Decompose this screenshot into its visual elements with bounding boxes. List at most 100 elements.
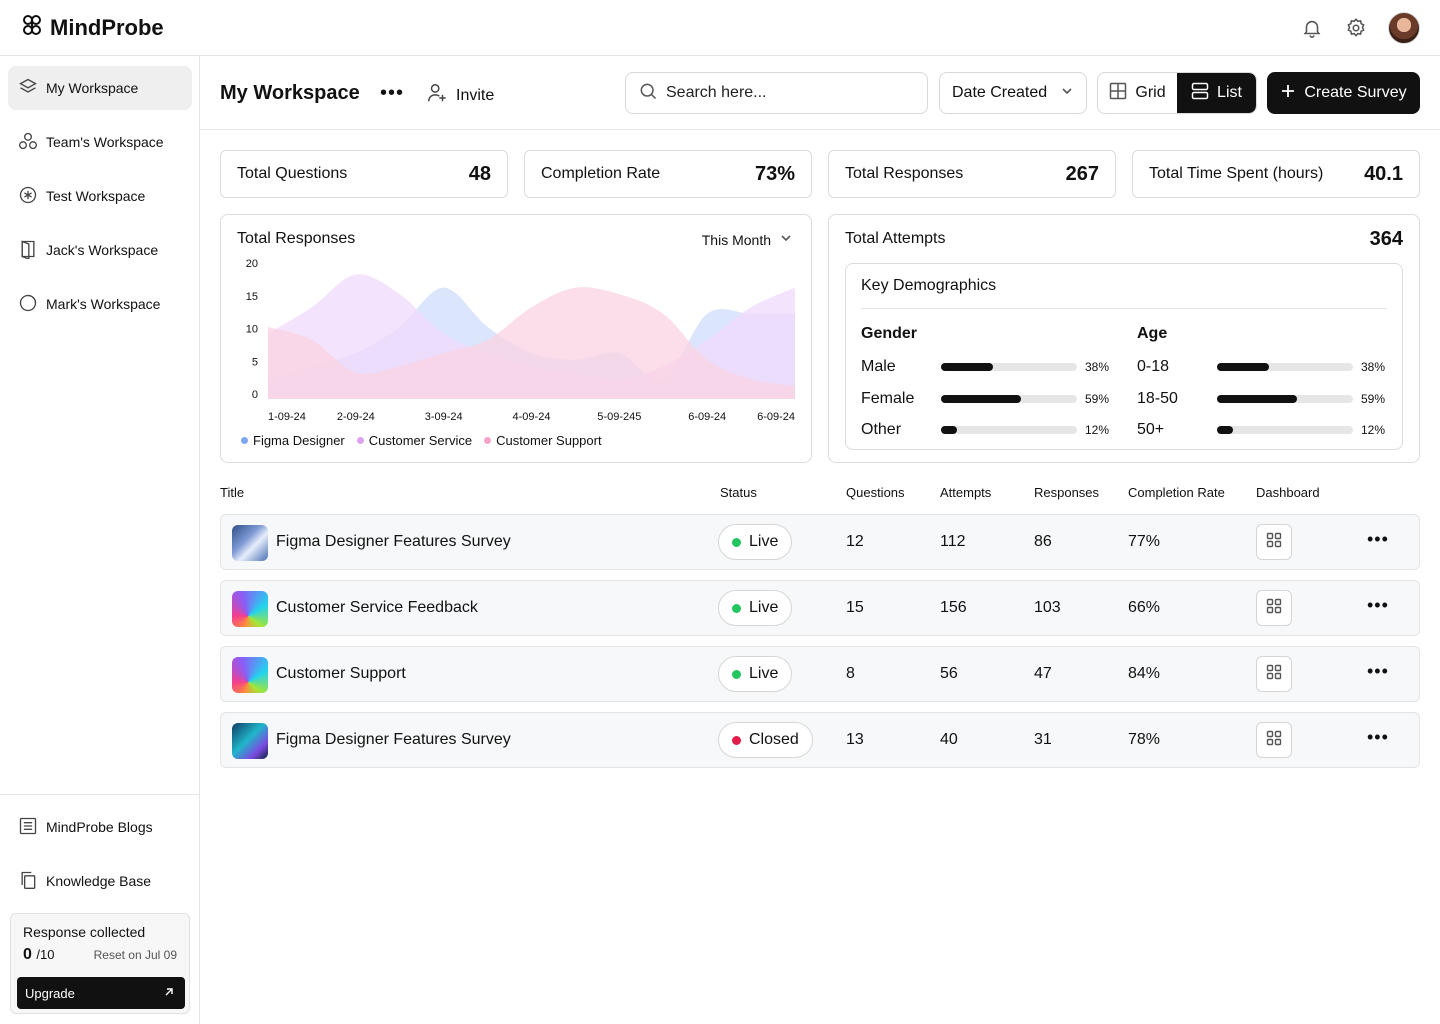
row-more-button[interactable]: ••• [1367,595,1389,616]
sidebar-item-label: Jack's Workspace [46,242,159,258]
dashboard-button[interactable] [1256,524,1292,560]
copy-icon [18,870,38,893]
attempts-cell: 156 [940,599,967,616]
legend-label: Customer Service [368,433,473,448]
search-box[interactable] [625,72,928,114]
stat-label: Total Responses [845,165,964,182]
questions-cell: 12 [846,533,864,550]
table-row[interactable]: Customer Support Live 8 56 47 84% ••• [220,646,1420,702]
sidebar-divider [0,794,200,795]
stat-label: Completion Rate [541,165,661,182]
questions-cell: 8 [846,665,855,682]
sort-dropdown[interactable]: Date Created [939,72,1087,114]
age-pct: 12% [1361,423,1386,437]
survey-title[interactable]: Figma Designer Features Survey [276,533,511,551]
grid-view-button[interactable]: Grid [1098,73,1177,113]
search-input[interactable] [666,84,906,102]
sidebar-item-blogs[interactable]: MindProbe Blogs [8,805,192,849]
x-tick-label: 2-09-24 [337,411,375,423]
invite-button[interactable]: Invite [426,82,494,109]
responses-cell: 103 [1034,599,1061,616]
gender-pct: 59% [1085,391,1110,406]
create-survey-button[interactable]: Create Survey [1267,72,1420,114]
brand-name: MindProbe [50,14,164,40]
status-label: Live [749,533,779,550]
layers-icon [18,77,38,100]
gender-pct: 12% [1085,423,1110,437]
dashboard-button[interactable] [1256,656,1292,692]
upgrade-button[interactable]: Upgrade [17,977,185,1009]
dashboard-button[interactable] [1256,590,1292,626]
row-more-button[interactable]: ••• [1367,661,1389,682]
status-dot [732,669,741,679]
sidebar-item-teams-workspace[interactable]: Team's Workspace [8,120,192,164]
chevron-down-icon [779,231,793,248]
gear-icon[interactable] [1344,16,1368,40]
gender-label: Male [861,358,896,375]
workspace-more-button[interactable]: ••• [380,82,404,105]
door-icon [18,239,38,262]
survey-thumbnail [232,525,268,561]
brain-logo-icon [20,13,44,43]
gender-bar-fill [941,363,993,371]
table-row[interactable]: Figma Designer Features Survey Live 12 1… [220,514,1420,570]
sidebar-item-test-workspace[interactable]: Test Workspace [8,174,192,218]
stat-value: 267 [1065,162,1099,185]
range-label: This Month [701,231,771,248]
row-more-button[interactable]: ••• [1367,727,1389,748]
brand[interactable]: MindProbe [20,13,164,43]
age-bar-fill [1217,394,1298,403]
col-header-title: Title [220,485,245,500]
x-tick-label: 5-09-245 [597,411,641,423]
stat-value: 48 [468,162,491,185]
gender-row: Female 59% [861,387,1109,411]
table-row[interactable]: Figma Designer Features Survey Closed 13… [220,712,1420,768]
col-header-questions: Questions [846,485,905,500]
document-icon [18,816,38,839]
table-row[interactable]: Customer Service Feedback Live 15 156 10… [220,580,1420,636]
demographics-panel: Key Demographics Gender Age Male 38% Fem… [845,263,1403,450]
survey-title[interactable]: Customer Support [276,665,406,683]
col-header-dashboard: Dashboard [1256,485,1320,500]
sidebar-item-my-workspace[interactable]: My Workspace [8,66,192,110]
x-tick-label: 4-09-24 [513,411,551,423]
age-label: 50+ [1137,421,1165,438]
survey-title[interactable]: Customer Service Feedback [276,599,478,617]
sidebar: My Workspace Team's Workspace Test Works… [0,56,200,1024]
status-dot [732,603,741,613]
stat-total-responses: Total Responses 267 [828,150,1116,198]
age-bar-track [1217,394,1353,403]
sidebar-item-knowledge-base[interactable]: Knowledge Base [8,859,192,903]
sidebar-item-label: My Workspace [46,80,139,96]
gender-bar-fill [941,426,958,434]
spinner-icon [18,293,38,316]
sidebar-item-label: Knowledge Base [46,873,152,889]
list-view-button[interactable]: List [1177,73,1256,113]
responses-cell: 47 [1034,665,1052,682]
invite-label: Invite [456,86,495,104]
survey-title[interactable]: Figma Designer Features Survey [276,731,511,749]
range-dropdown[interactable]: This Month [702,231,793,248]
legend-label: Figma Designer [253,433,345,448]
row-more-button[interactable]: ••• [1367,529,1389,550]
y-tick-label: 5 [252,356,258,368]
stat-label: Total Questions [237,165,348,182]
dashboard-grid-icon [1266,532,1282,553]
legend-label: Customer Support [496,433,602,448]
user-avatar[interactable] [1388,11,1420,44]
stat-total-time: Total Time Spent (hours) 40.1 [1132,150,1420,198]
page-title: My Workspace [220,82,360,104]
dashboard-button[interactable] [1256,722,1292,758]
age-label: 18-50 [1137,389,1178,407]
sidebar-item-jacks-workspace[interactable]: Jack's Workspace [8,228,192,272]
responses-chart-card: Total Responses This Month 0 5 10 15 20 1-09-… [220,214,812,463]
sidebar-item-marks-workspace[interactable]: Mark's Workspace [8,282,192,326]
stat-value: 40.1 [1364,162,1403,185]
bell-icon[interactable] [1300,16,1324,40]
sidebar-item-label: Team's Workspace [46,134,164,150]
dashboard-grid-icon [1266,730,1282,751]
legend-item: Customer Service [356,433,473,448]
age-bar-track [1217,363,1353,371]
sort-label: Date Created [952,84,1048,101]
responses-cell: 86 [1034,533,1052,550]
